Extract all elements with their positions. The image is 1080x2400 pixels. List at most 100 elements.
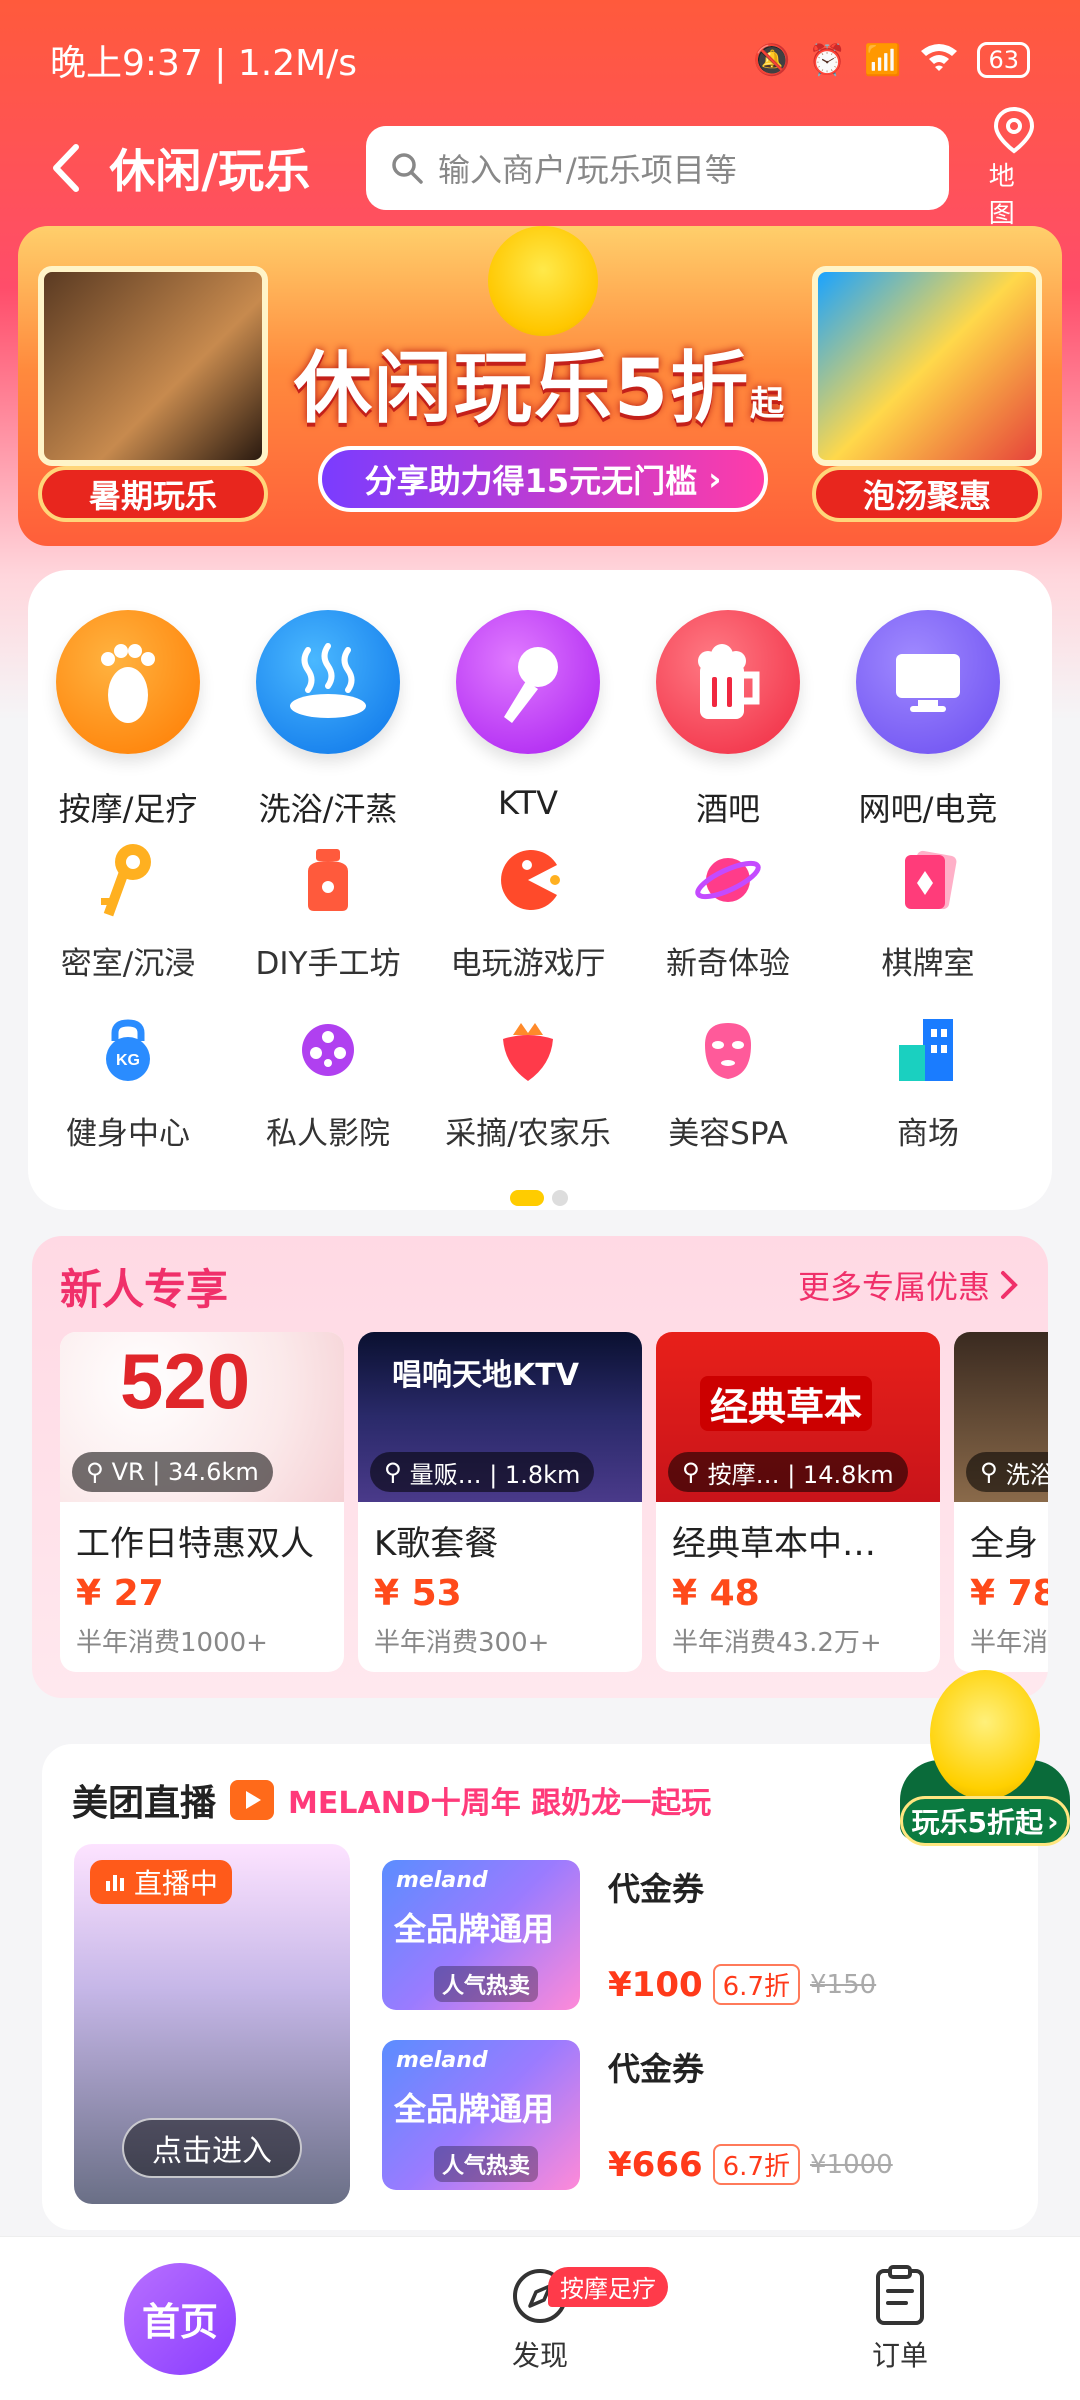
live-bars-icon (106, 1875, 124, 1891)
deal-image: 唱响天地KTV ⚲ 量贩… | 1.8km (358, 1332, 642, 1502)
category-mall[interactable]: 商场 (828, 1010, 1028, 1153)
promo-banner[interactable]: 暑期玩乐 泡汤聚惠 休闲玩乐5折起 分享助力得15元无门槛 › (18, 226, 1062, 546)
category-bar[interactable]: 酒吧 (628, 610, 828, 830)
deal-card[interactable]: 经典草本 ⚲ 按摩… | 14.8km 经典草本中… ¥ 48 半年消费43.2万… (656, 1332, 940, 1672)
deal-location-text: VR | 34.6km (111, 1458, 259, 1486)
live-title: 美团直播 (72, 1783, 217, 1824)
deal-name: 工作日特惠双人 (76, 1524, 314, 1564)
more-offers-label: 更多专属优惠 (797, 1268, 990, 1306)
nav-discover[interactable]: 发现 按摩足疗 (360, 2237, 720, 2400)
category-arcade[interactable]: 电玩游戏厅 (428, 840, 628, 983)
category-label: 美容SPA (668, 1116, 788, 1152)
category-private-cinema[interactable]: 私人影院 (228, 1010, 428, 1153)
coupon-item[interactable]: meland 全品牌通用 人气热卖 代金券 ¥666 6.7折 ¥1000 (382, 2040, 1002, 2200)
banner-tag-summer[interactable]: 暑期玩乐 (38, 466, 268, 522)
deal-sales: 半年消 (970, 1628, 1048, 1658)
bottom-navigation: 首页 发现 按摩足疗 订单 (0, 2236, 1080, 2400)
coupon-image-text: 全品牌通用 (394, 2090, 555, 2128)
banner-tag-spa[interactable]: 泡汤聚惠 (812, 466, 1042, 522)
svg-text:KG: KG (116, 1052, 140, 1069)
chevron-right-icon: › (1046, 1804, 1059, 1838)
coupon-brand: meland (396, 1868, 488, 1893)
coupon-image-sub: 人气热卖 (434, 2146, 539, 2182)
coupon-discount: 6.7折 (712, 1964, 800, 2005)
main-category-row: 按摩/足疗 洗浴/汗蒸 KTV 酒吧 网吧/电竞 (28, 610, 1052, 830)
wifi-icon (919, 41, 959, 79)
deal-image: ⚲ 洗浴 (954, 1332, 1048, 1502)
category-label: 商场 (897, 1116, 959, 1152)
battery-icon: 63 (977, 42, 1030, 78)
map-button[interactable]: 地图 (989, 106, 1040, 230)
banner-photo-drinks (38, 266, 268, 466)
sub-category-row-1: 密室/沉浸 DIY手工坊 电玩游戏厅 新奇体验 棋牌室 (28, 840, 1052, 983)
deal-sales: 半年消费1000+ (76, 1628, 268, 1658)
deal-location: ⚲ VR | 34.6km (72, 1452, 273, 1492)
deal-card[interactable]: 唱响天地KTV ⚲ 量贩… | 1.8km K歌套餐 ¥ 53 半年消费300+ (358, 1332, 642, 1672)
floating-promo-button[interactable]: 玩乐5折起 › (900, 1670, 1074, 1846)
banner-headline-suffix: 起 (750, 384, 787, 424)
live-slogan: MELAND十周年 跟奶龙一起玩 (288, 1786, 712, 1821)
deal-image-text: 经典草本 (700, 1376, 873, 1431)
category-label: 电玩游戏厅 (450, 946, 606, 982)
category-bath[interactable]: 洗浴/汗蒸 (228, 610, 428, 830)
face-mask-icon (688, 1010, 768, 1090)
category-beauty-spa[interactable]: 美容SPA (628, 1010, 828, 1153)
coupon-price-row: ¥666 6.7折 ¥1000 (608, 2144, 893, 2185)
live-stream-preview[interactable]: 直播中 点击进入 (74, 1844, 350, 2204)
nav-orders[interactable]: 订单 (720, 2237, 1080, 2400)
banner-subline: 分享助力得15元无门槛 (364, 462, 698, 500)
kettlebell-icon: KG (88, 1010, 168, 1090)
category-escape-room[interactable]: 密室/沉浸 (28, 840, 228, 983)
category-label: 私人影院 (266, 1116, 390, 1152)
nav-discover-badge: 按摩足疗 (548, 2266, 668, 2307)
alarm-icon: ⏰ (808, 42, 847, 78)
deal-sales: 半年消费300+ (374, 1628, 550, 1658)
film-reel-icon (288, 1010, 368, 1090)
microphone-icon (456, 610, 600, 754)
category-massage[interactable]: 按摩/足疗 (28, 610, 228, 830)
coupon-original-price: ¥1000 (810, 2149, 893, 2180)
status-time: 晚上9:37 | 1.2M/s (50, 43, 358, 84)
coupon-item[interactable]: meland 全品牌通用 人气热卖 代金券 ¥100 6.7折 ¥150 (382, 1860, 1002, 2020)
banner-share-button[interactable]: 分享助力得15元无门槛 › (318, 446, 768, 512)
top-header: 休闲/玩乐 输入商户/玩乐项目等 地图 (0, 106, 1080, 229)
status-bar: 晚上9:37 | 1.2M/s 🔕 ⏰ 📶 63 (0, 0, 1080, 120)
search-placeholder: 输入商户/玩乐项目等 (437, 151, 737, 189)
category-ktv[interactable]: KTV (428, 610, 628, 830)
coupon-price: ¥666 (608, 2144, 703, 2185)
enter-live-button[interactable]: 点击进入 (122, 2118, 302, 2178)
chevron-right-icon (1001, 1271, 1018, 1299)
card-icon (888, 840, 968, 920)
nav-home[interactable]: 首页 (0, 2237, 360, 2400)
category-label: 按摩/足疗 (58, 790, 198, 828)
coupon-brand: meland (396, 2048, 488, 2073)
deal-price: ¥ 48 (672, 1573, 760, 1614)
back-button[interactable] (40, 138, 89, 198)
new-user-section: 新人专享 更多专属优惠 520 ⚲ VR | 34.6km 工作日特惠双人 ¥ 2… (32, 1236, 1048, 1698)
category-diy[interactable]: DIY手工坊 (228, 840, 428, 983)
banner-photo-waterslide (812, 266, 1042, 466)
sub-category-row-2: KG 健身中心 私人影院 采摘/农家乐 美容SPA 商场 (28, 1010, 1052, 1153)
category-novelty[interactable]: 新奇体验 (628, 840, 828, 983)
deal-location: ⚲ 洗浴 (966, 1452, 1048, 1492)
search-icon (392, 153, 423, 184)
deal-card[interactable]: 520 ⚲ VR | 34.6km 工作日特惠双人 ¥ 27 半年消费1000+ (60, 1332, 344, 1672)
map-label: 地图 (988, 162, 1015, 229)
foot-icon (56, 610, 200, 754)
live-header[interactable]: 美团直播 MELAND十周年 跟奶龙一起玩 (72, 1774, 711, 1826)
page-dot (552, 1190, 568, 1206)
banner-headline: 休闲玩乐5折起 (288, 326, 792, 438)
category-label: 健身中心 (66, 1116, 190, 1152)
deal-image-text: 520 (120, 1337, 251, 1425)
deal-card[interactable]: ⚲ 洗浴 全身 ¥ 78 半年消 (954, 1332, 1048, 1672)
location-pin-icon: ⚲ (682, 1458, 700, 1486)
more-offers-link[interactable]: 更多专属优惠 (798, 1262, 1018, 1308)
category-chess-room[interactable]: 棋牌室 (828, 840, 1028, 983)
search-input[interactable]: 输入商户/玩乐项目等 (365, 126, 949, 210)
category-farm[interactable]: 采摘/农家乐 (428, 1010, 628, 1153)
back-arrow-icon (52, 144, 79, 192)
category-gym[interactable]: KG 健身中心 (28, 1010, 228, 1153)
key-icon (88, 840, 168, 920)
category-label: 密室/沉浸 (60, 946, 196, 982)
category-internet-cafe[interactable]: 网吧/电竞 (828, 610, 1028, 830)
